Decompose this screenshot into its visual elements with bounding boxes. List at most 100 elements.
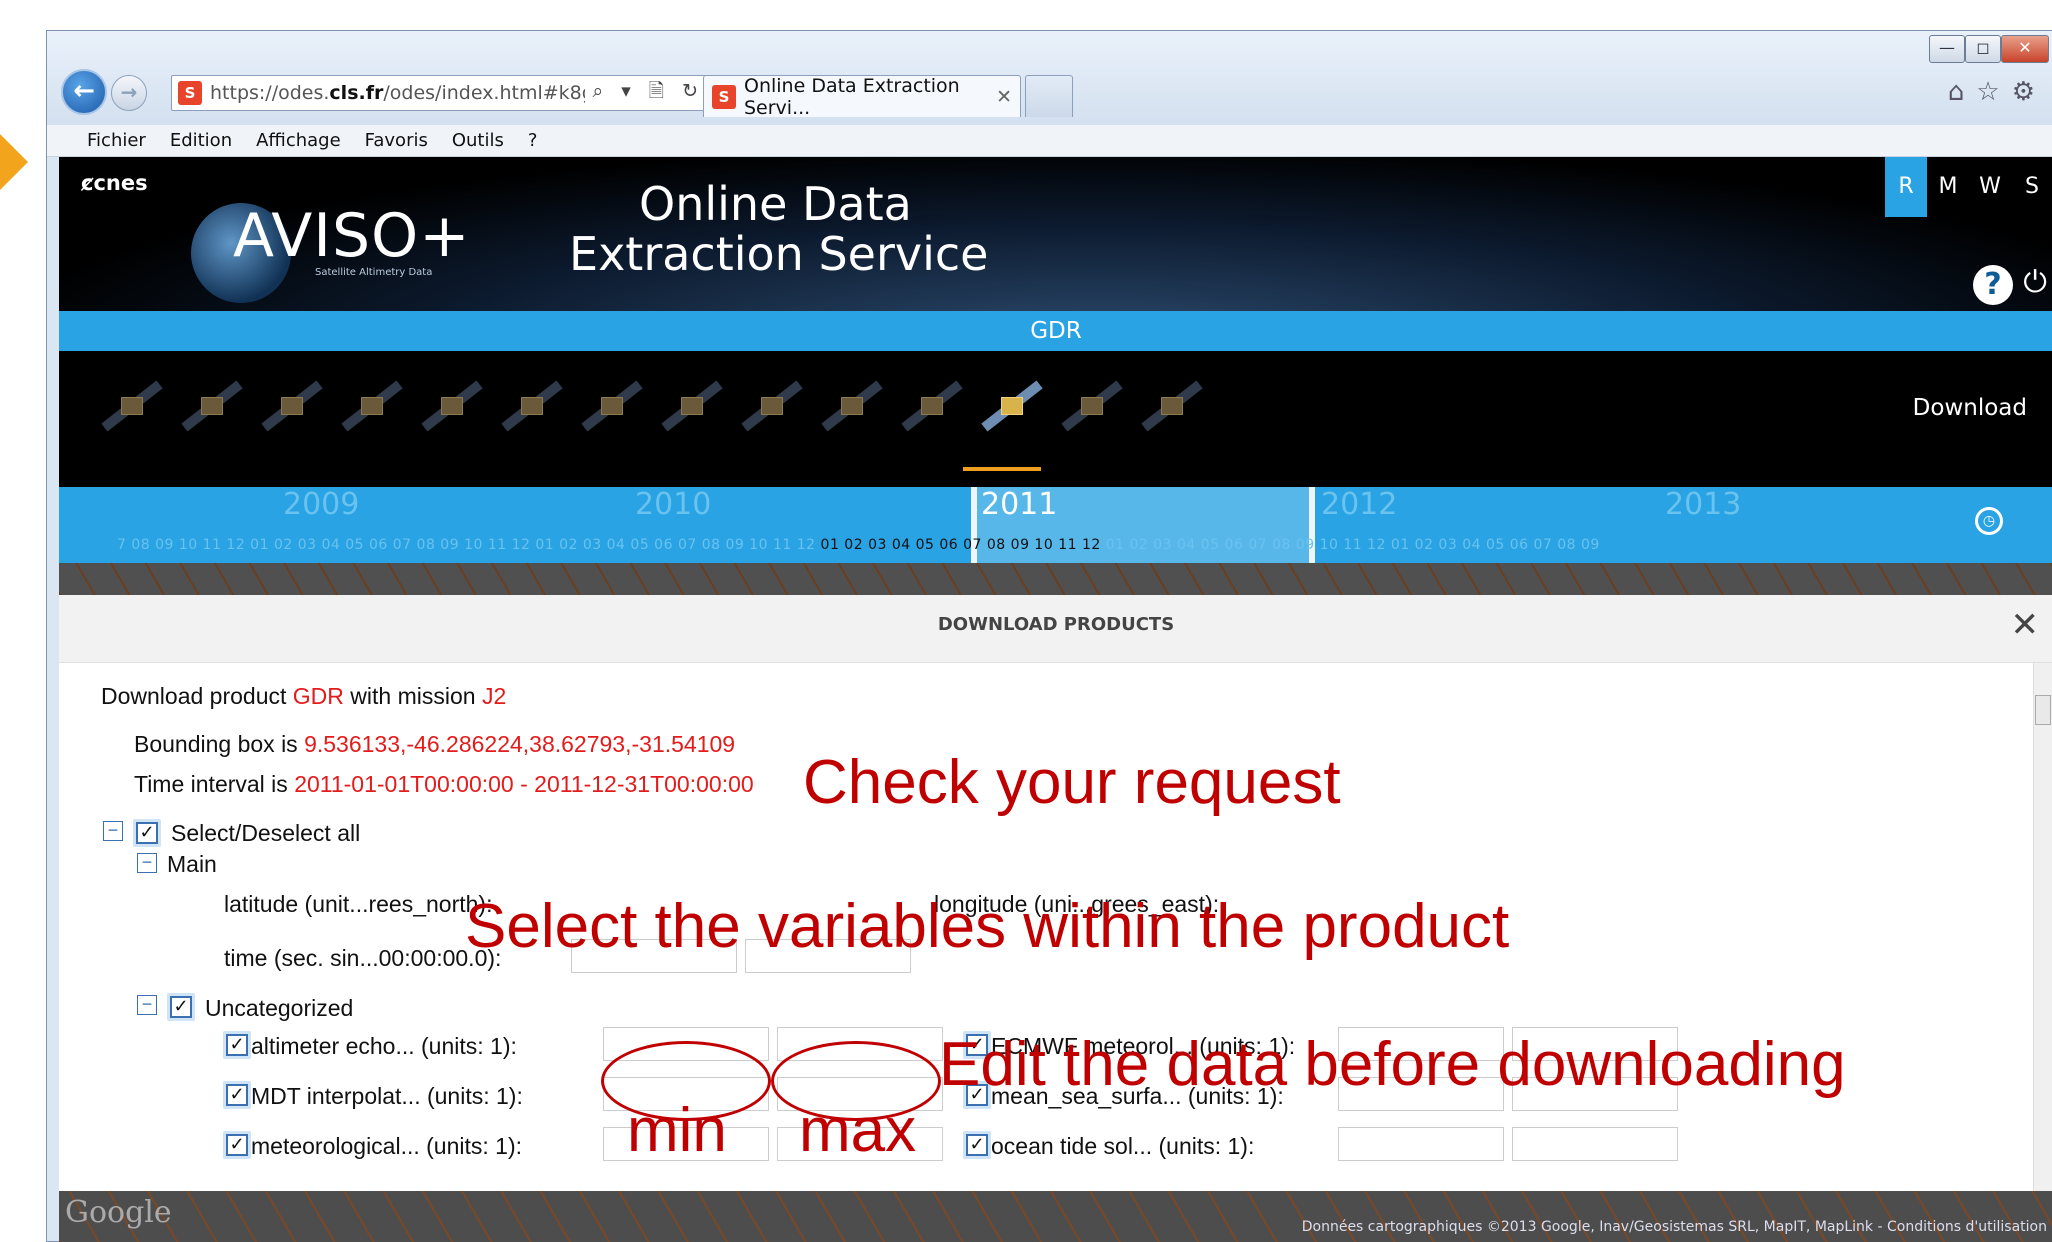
meteo-checkbox[interactable]: ✓ — [226, 1134, 248, 1156]
mode-r-button[interactable]: R — [1885, 157, 1927, 217]
meteo-checkbox-wrap[interactable]: ✓ — [223, 1131, 251, 1159]
select-all-label: Select/Deselect all — [171, 820, 361, 846]
timeline-year-2010[interactable]: 2010 — [635, 487, 711, 522]
menu-favoris[interactable]: Favoris — [365, 130, 428, 151]
mdt-label: MDT interpolat... (units: 1): — [251, 1083, 523, 1109]
menu-fichier[interactable]: Fichier — [87, 130, 146, 151]
timeline-year-2013[interactable]: 2013 — [1665, 487, 1741, 522]
url-domain: cls.fr — [329, 82, 384, 104]
satellite-body — [841, 397, 863, 415]
map-background-top — [59, 563, 2052, 595]
timeline[interactable]: 2009 2010 2011 2012 2013 7 08 09 10 11 1… — [59, 487, 2052, 563]
main-group-collapse-toggle[interactable]: − — [137, 853, 157, 873]
mdt-checkbox[interactable]: ✓ — [226, 1084, 248, 1106]
dialog-scrollbar-thumb[interactable] — [2035, 695, 2051, 725]
altimeter-checkbox-wrap[interactable]: ✓ — [223, 1031, 251, 1059]
menu-affichage[interactable]: Affichage — [256, 130, 341, 151]
product-bar-label: GDR — [1030, 318, 1082, 344]
uncategorized-checkbox-wrap[interactable]: ✓ — [167, 993, 195, 1021]
map-attribution[interactable]: Données cartographiques ©2013 Google, In… — [1302, 1219, 2047, 1235]
help-icon[interactable]: ? — [1973, 265, 2013, 305]
satellite-icon[interactable] — [733, 373, 809, 439]
satellite-icon[interactable] — [653, 373, 729, 439]
ocean-tide-max-input[interactable] — [1512, 1127, 1678, 1161]
browser-tool-icons: ⌂☆⚙ — [1948, 77, 2047, 107]
active-satellite-underline — [963, 467, 1041, 471]
favorites-star-icon[interactable]: ☆ — [1976, 77, 2011, 107]
site-favicon-icon: S — [178, 81, 202, 105]
annotation-select-variables: Select the variables within the product — [465, 892, 1510, 961]
satellite-icon[interactable] — [1133, 373, 1209, 439]
select-all-checkbox-wrap[interactable]: ✓ — [133, 819, 161, 847]
altimeter-checkbox[interactable]: ✓ — [226, 1034, 248, 1056]
satellite-icon[interactable] — [813, 373, 889, 439]
satellite-active-icon[interactable] — [973, 373, 1049, 439]
summary-mission: J2 — [481, 683, 507, 709]
satellite-body — [601, 397, 623, 415]
mode-w-button[interactable]: W — [1969, 157, 2011, 217]
close-window-button[interactable]: ✕ — [2001, 35, 2049, 63]
address-bar[interactable]: S https://odes.cls.fr/odes/index.html#k8… — [171, 75, 745, 111]
forward-button[interactable]: → — [111, 75, 147, 111]
select-all-collapse-toggle[interactable]: − — [103, 821, 123, 841]
satellite-body — [361, 397, 383, 415]
satellite-icon[interactable] — [93, 373, 169, 439]
altimeter-label: altimeter echo... (units: 1): — [251, 1033, 517, 1059]
mode-s-button[interactable]: S — [2011, 157, 2052, 217]
menu-help[interactable]: ? — [528, 130, 538, 151]
satellite-icon[interactable] — [173, 373, 249, 439]
satellite-body — [441, 397, 463, 415]
settings-gear-icon[interactable]: ⚙ — [2012, 77, 2047, 107]
satellite-body — [681, 397, 703, 415]
uncategorized-label: Uncategorized — [205, 995, 354, 1021]
mdt-checkbox-wrap[interactable]: ✓ — [223, 1081, 251, 1109]
power-icon[interactable]: ⏻ — [2023, 265, 2047, 300]
browser-titlebar: — ◻ ✕ ← → S https://odes.cls.fr/odes/ind… — [47, 31, 2052, 125]
summary-product: GDR — [292, 683, 344, 709]
latitude-label: latitude (unit...rees_north): — [224, 891, 493, 917]
dialog-scrollbar[interactable] — [2033, 663, 2052, 1191]
summary-mid: with mission — [343, 683, 482, 709]
satellite-body — [201, 397, 223, 415]
minimize-button[interactable]: — — [1929, 35, 1965, 63]
satellite-icon[interactable] — [333, 373, 409, 439]
ocean-tide-min-input[interactable] — [1338, 1127, 1504, 1161]
satellite-icon[interactable] — [253, 373, 329, 439]
satellite-icon[interactable] — [413, 373, 489, 439]
timeline-year-2009[interactable]: 2009 — [283, 487, 359, 522]
browser-tab-active[interactable]: S Online Data Extraction Servi... ✕ — [703, 74, 1021, 119]
tab-title: Online Data Extraction Servi... — [744, 74, 960, 119]
satellite-icon[interactable] — [493, 373, 569, 439]
url-prefix: https://odes. — [210, 82, 330, 104]
satellite-body — [1001, 397, 1023, 415]
ocean-tide-checkbox[interactable]: ✓ — [966, 1134, 988, 1156]
tab-close-icon[interactable]: ✕ — [996, 86, 1012, 108]
uncategorized-checkbox[interactable]: ✓ — [170, 996, 192, 1018]
select-all-checkbox[interactable]: ✓ — [136, 822, 158, 844]
timeline-year-2012[interactable]: 2012 — [1321, 487, 1397, 522]
edge-arrow-icon — [0, 134, 28, 190]
new-tab-button[interactable] — [1025, 75, 1073, 117]
annotation-check-request: Check your request — [803, 748, 1341, 817]
satellite-icon[interactable] — [1053, 373, 1129, 439]
dialog-close-icon[interactable]: ✕ — [2011, 605, 2040, 645]
back-button[interactable]: ← — [61, 69, 107, 115]
ocean-tide-checkbox-wrap[interactable]: ✓ — [963, 1131, 991, 1159]
time-value: 2011-01-01T00:00:00 - 2011-12-31T00:00:0… — [294, 771, 754, 797]
clock-icon[interactable]: ◷ — [1975, 507, 2003, 535]
satellite-icon[interactable] — [573, 373, 649, 439]
menu-edition[interactable]: Edition — [170, 130, 232, 151]
home-icon[interactable]: ⌂ — [1948, 77, 1977, 107]
browser-menubar: Fichier Edition Affichage Favoris Outils… — [47, 125, 2052, 157]
satellite-body — [121, 397, 143, 415]
address-url[interactable]: https://odes.cls.fr/odes/index.html#k8gw — [210, 82, 585, 104]
menu-outils[interactable]: Outils — [452, 130, 504, 151]
main-group-label: Main — [167, 851, 217, 877]
download-nav-link[interactable]: Download — [1913, 395, 2027, 421]
uncategorized-collapse-toggle[interactable]: − — [137, 995, 157, 1015]
satellite-strip: Download — [59, 351, 2052, 487]
timeline-year-2011[interactable]: 2011 — [981, 487, 1057, 522]
maximize-button[interactable]: ◻ — [1965, 35, 2001, 63]
satellite-icon[interactable] — [893, 373, 969, 439]
mode-m-button[interactable]: M — [1927, 157, 1969, 217]
